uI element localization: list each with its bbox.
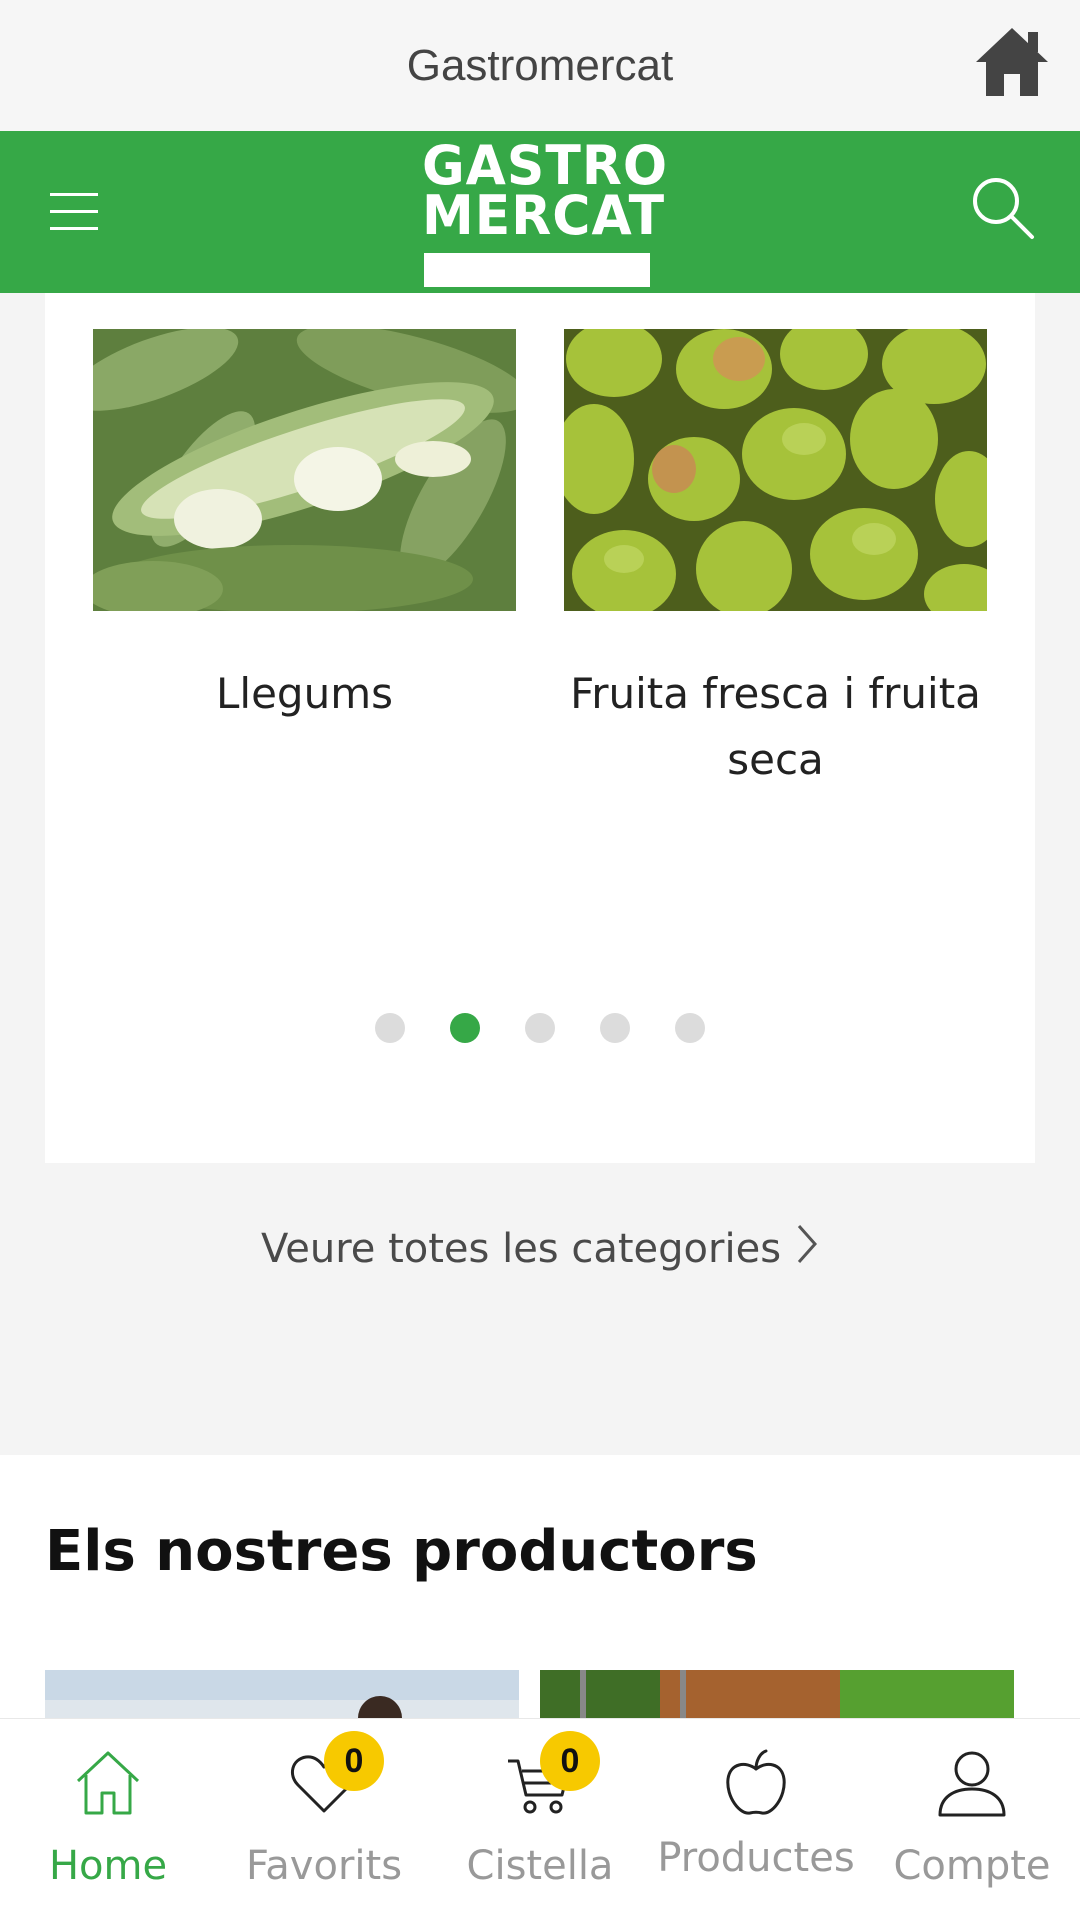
carousel-dot[interactable] — [525, 1013, 555, 1043]
favorites-count-badge: 0 — [324, 1731, 384, 1791]
tab-home-label: Home — [48, 1843, 168, 1889]
gastromercat-logo[interactable]: GASTRO MERCAT — [422, 139, 667, 291]
categories-carousel[interactable]: Llegums Fruita fresca i fruita seca — [45, 293, 1035, 1163]
bottom-tab-bar: Home 0 Favorits 0 Cistella Productes Com… — [0, 1718, 1080, 1920]
user-icon — [936, 1747, 1008, 1819]
logo-bar — [424, 253, 650, 287]
carousel-dot-active[interactable] — [450, 1013, 480, 1043]
carousel-dot[interactable] — [600, 1013, 630, 1043]
category-label: Llegums — [216, 669, 393, 718]
logo-line-2: MERCAT — [422, 184, 666, 248]
tab-favorites-label: Favorits — [245, 1843, 403, 1889]
category-image-broad-beans — [93, 329, 516, 611]
tab-home[interactable]: Home — [0, 1719, 216, 1920]
tab-cart[interactable]: 0 Cistella — [432, 1719, 648, 1920]
tab-favorites[interactable]: 0 Favorits — [216, 1719, 432, 1920]
producers-heading: Els nostres productors — [45, 1519, 758, 1584]
chevron-right-icon — [795, 1222, 819, 1276]
apple-icon — [720, 1747, 792, 1819]
category-image-pears — [564, 329, 987, 611]
category-card-llegums[interactable]: Llegums — [93, 329, 516, 727]
tab-account-label: Compte — [893, 1843, 1051, 1889]
tab-products[interactable]: Productes — [648, 1719, 864, 1920]
search-icon[interactable] — [970, 175, 1036, 241]
tab-cart-label: Cistella — [466, 1843, 614, 1889]
home-icon[interactable] — [972, 22, 1052, 102]
title-bar: Gastromercat — [0, 0, 1080, 131]
category-label: Fruita fresca i fruita seca — [570, 669, 981, 784]
see-all-categories-link[interactable]: Veure totes les categories — [0, 1222, 1080, 1276]
tab-account[interactable]: Compte — [864, 1719, 1080, 1920]
category-card-fruita[interactable]: Fruita fresca i fruita seca — [564, 329, 987, 793]
carousel-dot[interactable] — [675, 1013, 705, 1043]
see-all-label: Veure totes les categories — [260, 1226, 782, 1272]
app-header: GASTRO MERCAT — [0, 131, 1080, 293]
carousel-dot[interactable] — [375, 1013, 405, 1043]
carousel-pagination — [45, 1013, 1035, 1043]
home-outline-icon — [72, 1747, 144, 1819]
cart-count-badge: 0 — [540, 1731, 600, 1791]
window-title: Gastromercat — [406, 40, 674, 90]
tab-products-label: Productes — [657, 1835, 855, 1881]
menu-icon[interactable] — [48, 187, 102, 237]
